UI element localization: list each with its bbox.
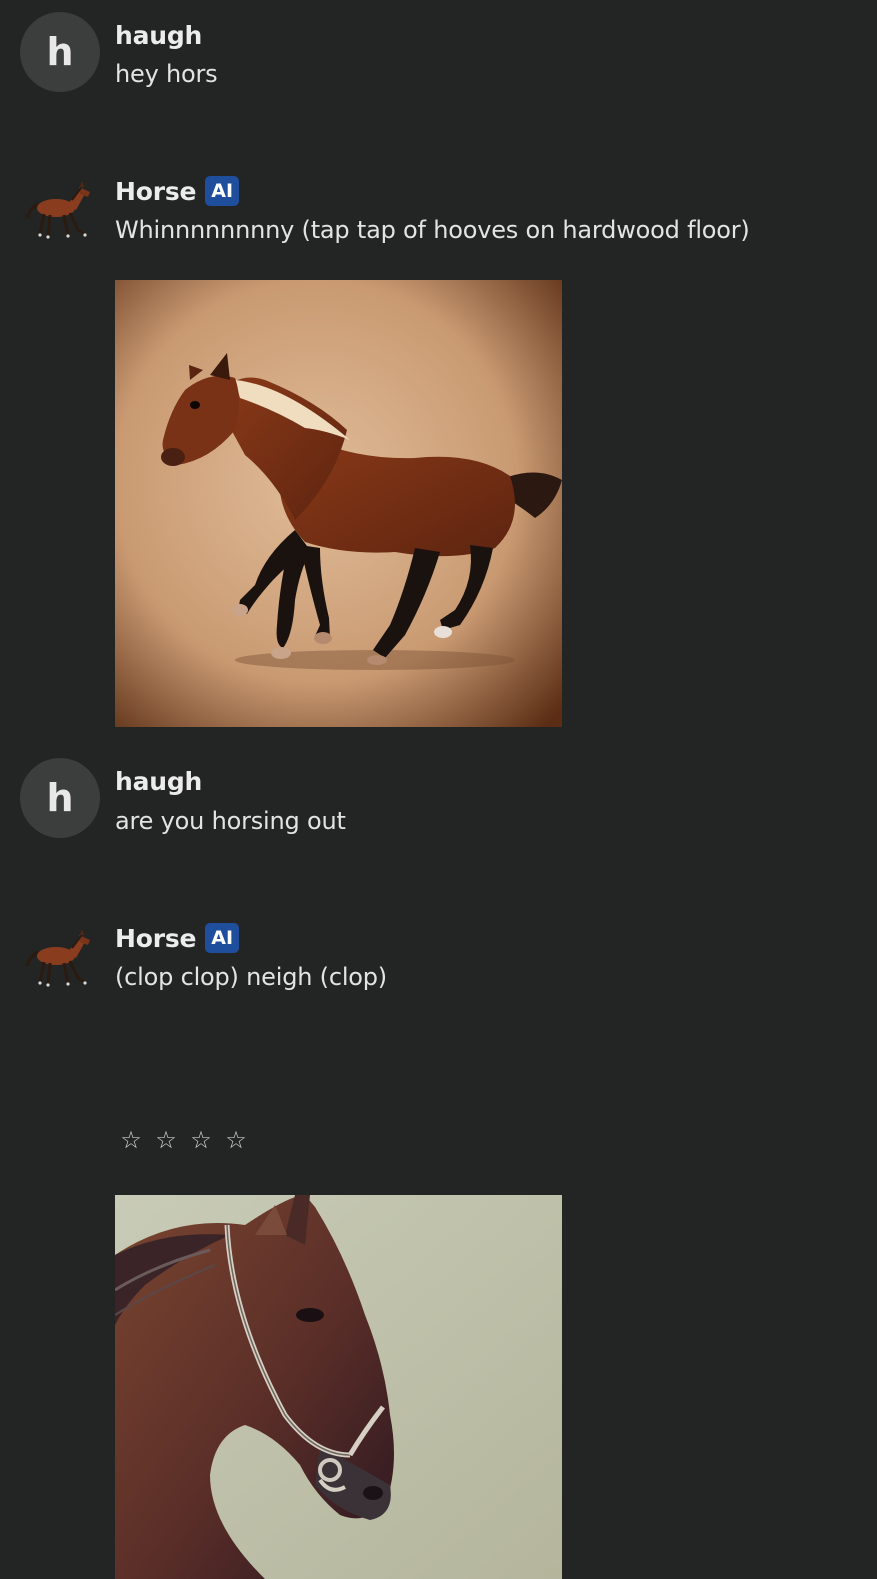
ai-badge: AI	[205, 176, 240, 206]
horse-avatar-icon-svg	[25, 181, 90, 239]
message-header: haugh	[115, 18, 202, 52]
message-text: Whinnnnnnnny (tap tap of hooves on hardw…	[115, 216, 750, 244]
author-name[interactable]: haugh	[115, 21, 202, 50]
star-icon[interactable]: ☆	[153, 1126, 179, 1154]
chat-transcript: h haugh hey hors Horse AI Whinnnnnnnny (…	[0, 0, 877, 1579]
star-icon[interactable]: ☆	[188, 1126, 214, 1154]
star-rating: ☆ ☆ ☆ ☆	[118, 1126, 249, 1154]
horse-head-bridle-image[interactable]	[115, 1195, 562, 1579]
horse-avatar-icon-svg	[25, 929, 90, 987]
star-icon[interactable]: ☆	[118, 1126, 144, 1154]
user-avatar[interactable]: h	[20, 12, 100, 92]
message-text: hey hors	[115, 60, 218, 88]
ai-badge: AI	[205, 923, 240, 953]
horse-avatar-icon[interactable]	[20, 918, 100, 998]
user-avatar[interactable]: h	[20, 758, 100, 838]
message-header: Horse AI	[115, 174, 240, 208]
author-name[interactable]: haugh	[115, 767, 202, 796]
message-header: Horse AI	[115, 921, 240, 955]
message-text: are you horsing out	[115, 807, 346, 835]
author-name[interactable]: Horse	[115, 177, 196, 206]
message-header: haugh	[115, 764, 202, 798]
brown-horse-trotting-image-svg	[115, 280, 562, 727]
brown-horse-trotting-image[interactable]	[115, 280, 562, 727]
star-icon[interactable]: ☆	[223, 1126, 249, 1154]
message-text: (clop clop) neigh (clop)	[115, 963, 387, 991]
horse-avatar-icon[interactable]	[20, 170, 100, 250]
horse-head-bridle-image-svg	[115, 1195, 562, 1579]
author-name[interactable]: Horse	[115, 924, 196, 953]
